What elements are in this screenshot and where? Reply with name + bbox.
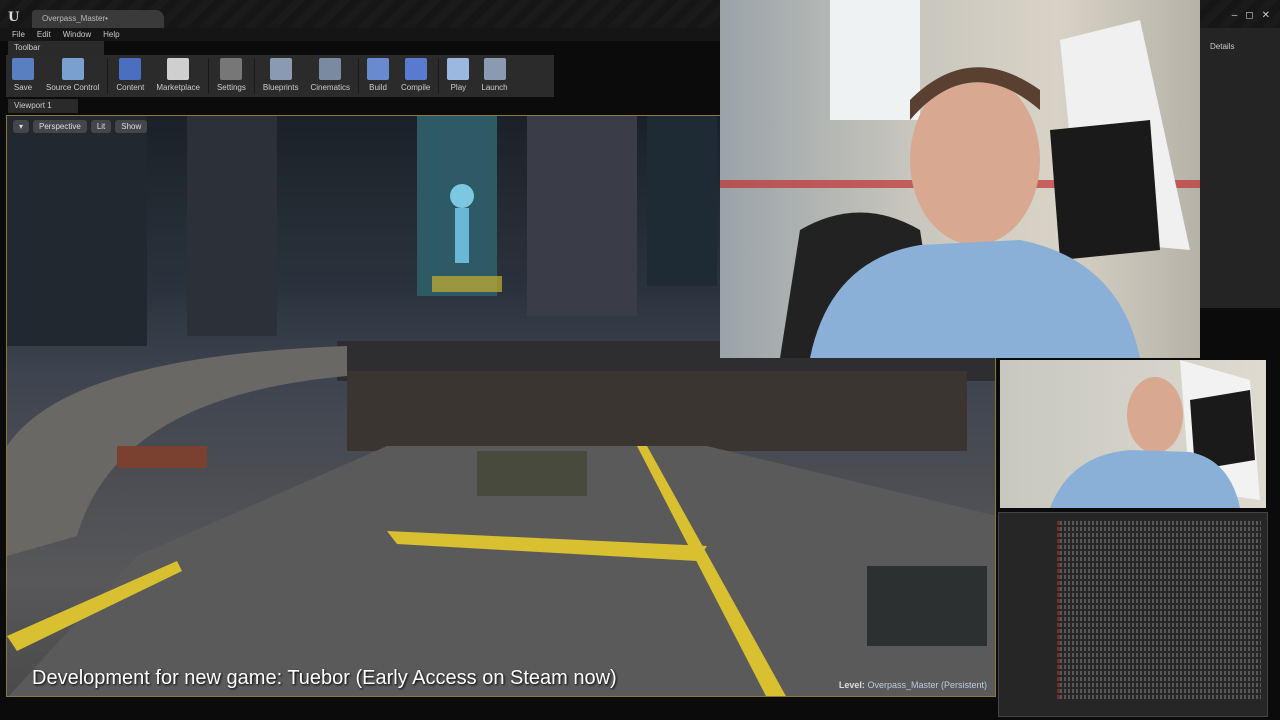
log-line	[1057, 521, 1261, 525]
log-line	[1057, 641, 1261, 645]
unreal-logo: U	[8, 10, 20, 25]
minimize-button[interactable]: –	[1232, 10, 1238, 21]
log-line	[1057, 569, 1261, 573]
log-line	[1057, 683, 1261, 687]
log-line	[1057, 533, 1261, 537]
menu-edit[interactable]: Edit	[37, 30, 51, 39]
toolbar: Save Source Control Content Marketplace Sett…	[6, 55, 554, 97]
log-line	[1057, 677, 1261, 681]
toolbar-separator	[107, 58, 109, 94]
log-line	[1057, 575, 1261, 579]
log-line	[1057, 527, 1261, 531]
toolbar-separator	[358, 58, 360, 94]
webcam-person	[720, 0, 1200, 358]
save-icon	[12, 58, 34, 80]
toolbar-button-label: Blueprints	[262, 83, 299, 92]
compile-icon	[404, 58, 427, 80]
toolbar-button-label: Source Control	[46, 83, 100, 92]
log-line	[1057, 587, 1261, 591]
toolbar-build-button[interactable]: Build	[361, 58, 395, 92]
toolbar-button-label: Build	[369, 83, 387, 92]
document-tab[interactable]: Overpass_Master•	[32, 10, 164, 28]
settings-icon	[220, 58, 243, 80]
webcam-person-small	[1050, 360, 1260, 508]
webcam-main	[720, 0, 1200, 358]
maximize-button[interactable]: ◻	[1245, 10, 1253, 21]
toolbar-button-label: Marketplace	[156, 83, 200, 92]
output-log-lines[interactable]	[1057, 521, 1261, 704]
log-line	[1057, 563, 1261, 567]
log-line	[1057, 689, 1261, 693]
log-line	[1057, 605, 1261, 609]
cinematics-icon	[319, 58, 342, 80]
window-controls: – ◻ ✕	[1232, 10, 1270, 21]
menu-bar: File Edit Window Help	[0, 28, 720, 41]
log-line	[1057, 551, 1261, 555]
log-line	[1057, 665, 1261, 669]
viewport-options-button[interactable]: ▾	[13, 120, 30, 133]
details-panel: Details	[1200, 28, 1280, 308]
menu-file[interactable]: File	[12, 30, 25, 39]
toolbar-launch-button[interactable]: Launch	[475, 58, 513, 92]
toolbar-button-label: Settings	[216, 83, 246, 92]
log-line	[1057, 647, 1261, 651]
menu-window[interactable]: Window	[63, 30, 91, 39]
log-line	[1057, 629, 1261, 633]
toolbar-play-button[interactable]: Play	[441, 58, 475, 92]
log-line	[1057, 635, 1261, 639]
close-button[interactable]: ✕	[1262, 10, 1270, 21]
viewport-controls: ▾ Perspective Lit Show	[13, 120, 148, 133]
show-button[interactable]: Show	[115, 120, 148, 133]
log-line	[1057, 623, 1261, 627]
play-icon	[447, 58, 470, 80]
webcam-secondary	[1000, 360, 1266, 508]
content-icon	[119, 58, 142, 80]
log-line	[1057, 557, 1261, 561]
toolbar-separator	[438, 58, 440, 94]
log-line	[1057, 653, 1261, 657]
toolbar-tab[interactable]: Toolbar	[8, 41, 104, 55]
toolbar-save-button[interactable]: Save	[6, 58, 40, 92]
toolbar-separator	[253, 58, 255, 94]
toolbar-button-label: Save	[13, 83, 33, 92]
log-line	[1057, 695, 1261, 699]
output-log-panel	[998, 512, 1268, 717]
toolbar-button-label: Cinematics	[310, 83, 351, 92]
log-line	[1057, 611, 1261, 615]
toolbar-button-label: Launch	[481, 83, 508, 92]
toolbar-content-button[interactable]: Content	[110, 58, 150, 92]
toolbar-settings-button[interactable]: Settings	[211, 58, 252, 92]
toolbar-blueprints-button[interactable]: Blueprints	[257, 58, 305, 92]
log-line	[1057, 545, 1261, 549]
build-icon	[367, 58, 390, 80]
log-line	[1057, 671, 1261, 675]
toolbar-marketplace-button[interactable]: Marketplace	[150, 58, 206, 92]
lit-button[interactable]: Lit	[90, 120, 112, 133]
log-line	[1057, 617, 1261, 621]
toolbar-compile-button[interactable]: Compile	[395, 58, 436, 92]
level-name: Overpass_Master (Persistent)	[867, 680, 987, 690]
level-label: Level: Overpass_Master (Persistent)	[839, 680, 987, 690]
level-prefix: Level:	[838, 680, 865, 690]
toolbar-source-control-button[interactable]: Source Control	[40, 58, 105, 92]
viewport-tab[interactable]: Viewport 1	[8, 99, 78, 113]
marketplace-icon	[167, 58, 190, 80]
log-line	[1057, 659, 1261, 663]
toolbar-button-label: Play	[450, 83, 467, 92]
perspective-button[interactable]: Perspective	[33, 120, 87, 133]
menu-help[interactable]: Help	[103, 30, 119, 39]
details-tab[interactable]: Details	[1200, 28, 1280, 51]
log-line	[1057, 581, 1261, 585]
video-caption: Development for new game: Tuebor (Early …	[32, 667, 617, 689]
toolbar-separator	[207, 58, 209, 94]
log-line	[1057, 593, 1261, 597]
launch-icon	[483, 58, 506, 80]
source-control-icon	[61, 58, 84, 80]
blueprints-icon	[269, 58, 292, 80]
toolbar-cinematics-button[interactable]: Cinematics	[304, 58, 356, 92]
toolbar-button-label: Content	[116, 83, 145, 92]
log-line	[1057, 599, 1261, 603]
toolbar-button-label: Compile	[401, 83, 431, 92]
log-line	[1057, 539, 1261, 543]
